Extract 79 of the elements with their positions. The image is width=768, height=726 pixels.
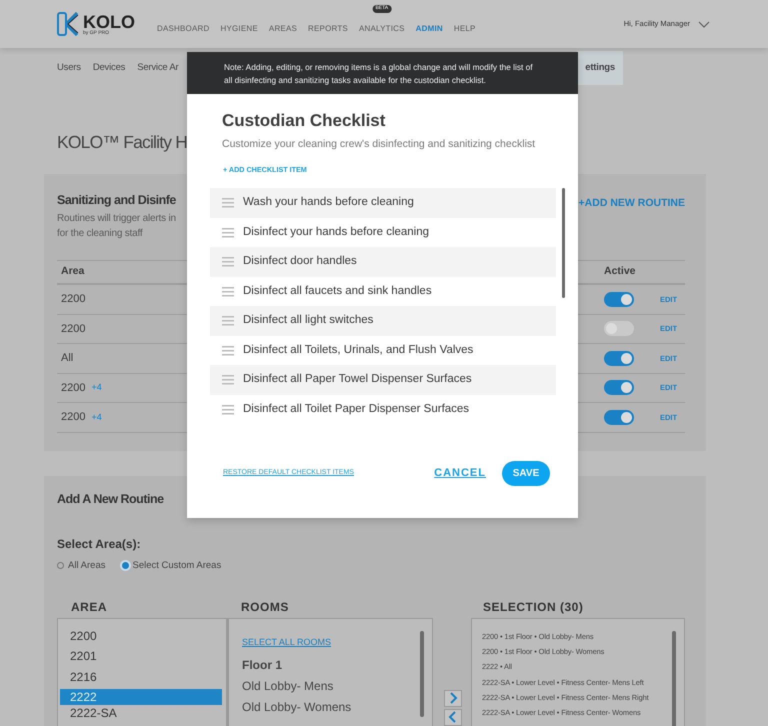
- cancel-link[interactable]: CANCEL: [434, 465, 486, 482]
- radio-label: All Areas: [68, 558, 106, 572]
- area-item[interactable]: 2222: [60, 689, 222, 706]
- toggle-switch[interactable]: [604, 292, 634, 307]
- area-item[interactable]: 2216: [58, 668, 226, 685]
- note-banner: Note: Adding, editing, or removing items is a global change and will modify the list of all disinfecting and sanitizing tasks available for the custodian checklist.: [187, 52, 578, 94]
- column-header: Area: [60, 264, 84, 280]
- radio-button[interactable]: [122, 562, 128, 570]
- scrollbar[interactable]: [420, 630, 424, 717]
- nav-link[interactable]: AREAS: [268, 24, 298, 33]
- select-label: Select Area(s):: [57, 536, 142, 552]
- page-title: KOLO™ Facility H: [57, 131, 188, 154]
- chevron-right-icon: [448, 692, 458, 704]
- subnav-tab[interactable]: Service Ar: [137, 60, 178, 76]
- nav-link[interactable]: ANALYTICS: [358, 24, 405, 33]
- checklist-item: Disinfect all Toilet Paper Dispenser Surfaces: [243, 402, 470, 417]
- drag-handle-icon: [222, 257, 234, 267]
- toggle-switch[interactable]: [604, 410, 634, 425]
- checklist-item: Disinfect all faucets and sink handles: [243, 284, 432, 299]
- drag-handle-icon: [222, 404, 234, 414]
- drag-handle-icon: [222, 228, 234, 238]
- toggle-switch[interactable]: [604, 321, 634, 336]
- checklist-item: Wash your hands before cleaning: [243, 195, 414, 210]
- chevron-down-icon: [698, 20, 710, 28]
- select-all-link[interactable]: SELECT ALL ROOMS: [242, 636, 332, 650]
- checklist-item: Disinfect your hands before cleaning: [243, 224, 430, 240]
- subnav-tab[interactable]: ettings: [577, 50, 623, 86]
- drag-handle-icon: [222, 316, 234, 326]
- area-cell-text: All: [61, 351, 74, 366]
- drag-handle-icon: [222, 286, 234, 296]
- drag-handle-icon: [222, 198, 234, 208]
- scrollbar[interactable]: [562, 188, 565, 298]
- column-heading: AREA: [70, 598, 108, 616]
- radio-button[interactable]: [57, 562, 64, 570]
- nav-link[interactable]: REPORTS: [308, 24, 348, 33]
- checklist-item: Disinfect all light switches: [243, 313, 374, 328]
- column-heading: SELECTION (30): [482, 598, 584, 616]
- column-header: Active: [604, 265, 636, 278]
- move-right-button[interactable]: [444, 690, 462, 707]
- modal-title: Custodian Checklist: [222, 110, 386, 132]
- checklist-item: Disinfect all Paper Towel Dispenser Surfaces: [243, 372, 472, 388]
- nav-link[interactable]: HYGIENE: [220, 24, 258, 33]
- floor-heading: Floor 1: [242, 657, 284, 674]
- area-item[interactable]: 2222-SA: [58, 705, 226, 722]
- nav-link[interactable]: HELP: [454, 24, 476, 33]
- modal-subtitle: Customize your cleaning crew's disinfecting and sanitizing checklist: [222, 136, 536, 152]
- drag-handle-icon: [222, 346, 234, 356]
- panel-description: for the cleaning staff: [57, 227, 144, 241]
- nav-link[interactable]: ADMIN: [416, 24, 443, 33]
- add-routine-link[interactable]: +ADD NEW ROUTINE: [578, 196, 685, 212]
- move-left-button[interactable]: [444, 708, 462, 726]
- toggle-switch[interactable]: [604, 350, 634, 366]
- area-cell-text: 2200: [61, 410, 86, 425]
- room-item[interactable]: Old Lobby- Mens: [242, 676, 419, 698]
- area-cell-text: 2200: [61, 380, 86, 396]
- checklist-item: Disinfect door handles: [243, 254, 357, 270]
- subnav-tab[interactable]: Devices: [92, 60, 126, 76]
- column-heading: ROOMS: [240, 598, 290, 616]
- subnav-tab[interactable]: Users: [57, 60, 81, 76]
- nav-link[interactable]: DASHBOARD: [157, 24, 210, 33]
- toggle-switch[interactable]: [604, 380, 634, 396]
- area-cell-text: 2200: [61, 292, 86, 307]
- panel-title: Sanitizing and Disinfe: [57, 192, 176, 208]
- more-count[interactable]: +4: [91, 381, 102, 394]
- area-item[interactable]: 2201: [58, 648, 226, 664]
- checklist-item: Disinfect all Toilets, Urinals, and Flush Valves: [243, 342, 474, 358]
- drag-handle-icon: [222, 375, 234, 385]
- radio-label: Select Custom Areas: [132, 558, 222, 572]
- more-count[interactable]: +4: [91, 410, 102, 424]
- panel-description: Routines will trigger alerts in: [57, 212, 176, 226]
- logo-text: KOLO: [83, 12, 135, 30]
- scrollbar[interactable]: [672, 630, 676, 726]
- area-item[interactable]: 2200: [58, 628, 226, 644]
- room-item[interactable]: Old Lobby- Womens: [242, 697, 419, 718]
- save-button[interactable]: SAVE: [502, 461, 550, 486]
- chevron-left-icon: [448, 711, 458, 724]
- panel-title: Add A New Routine: [57, 490, 165, 506]
- area-cell-text: 2200: [61, 322, 86, 336]
- logo-icon: [57, 12, 79, 36]
